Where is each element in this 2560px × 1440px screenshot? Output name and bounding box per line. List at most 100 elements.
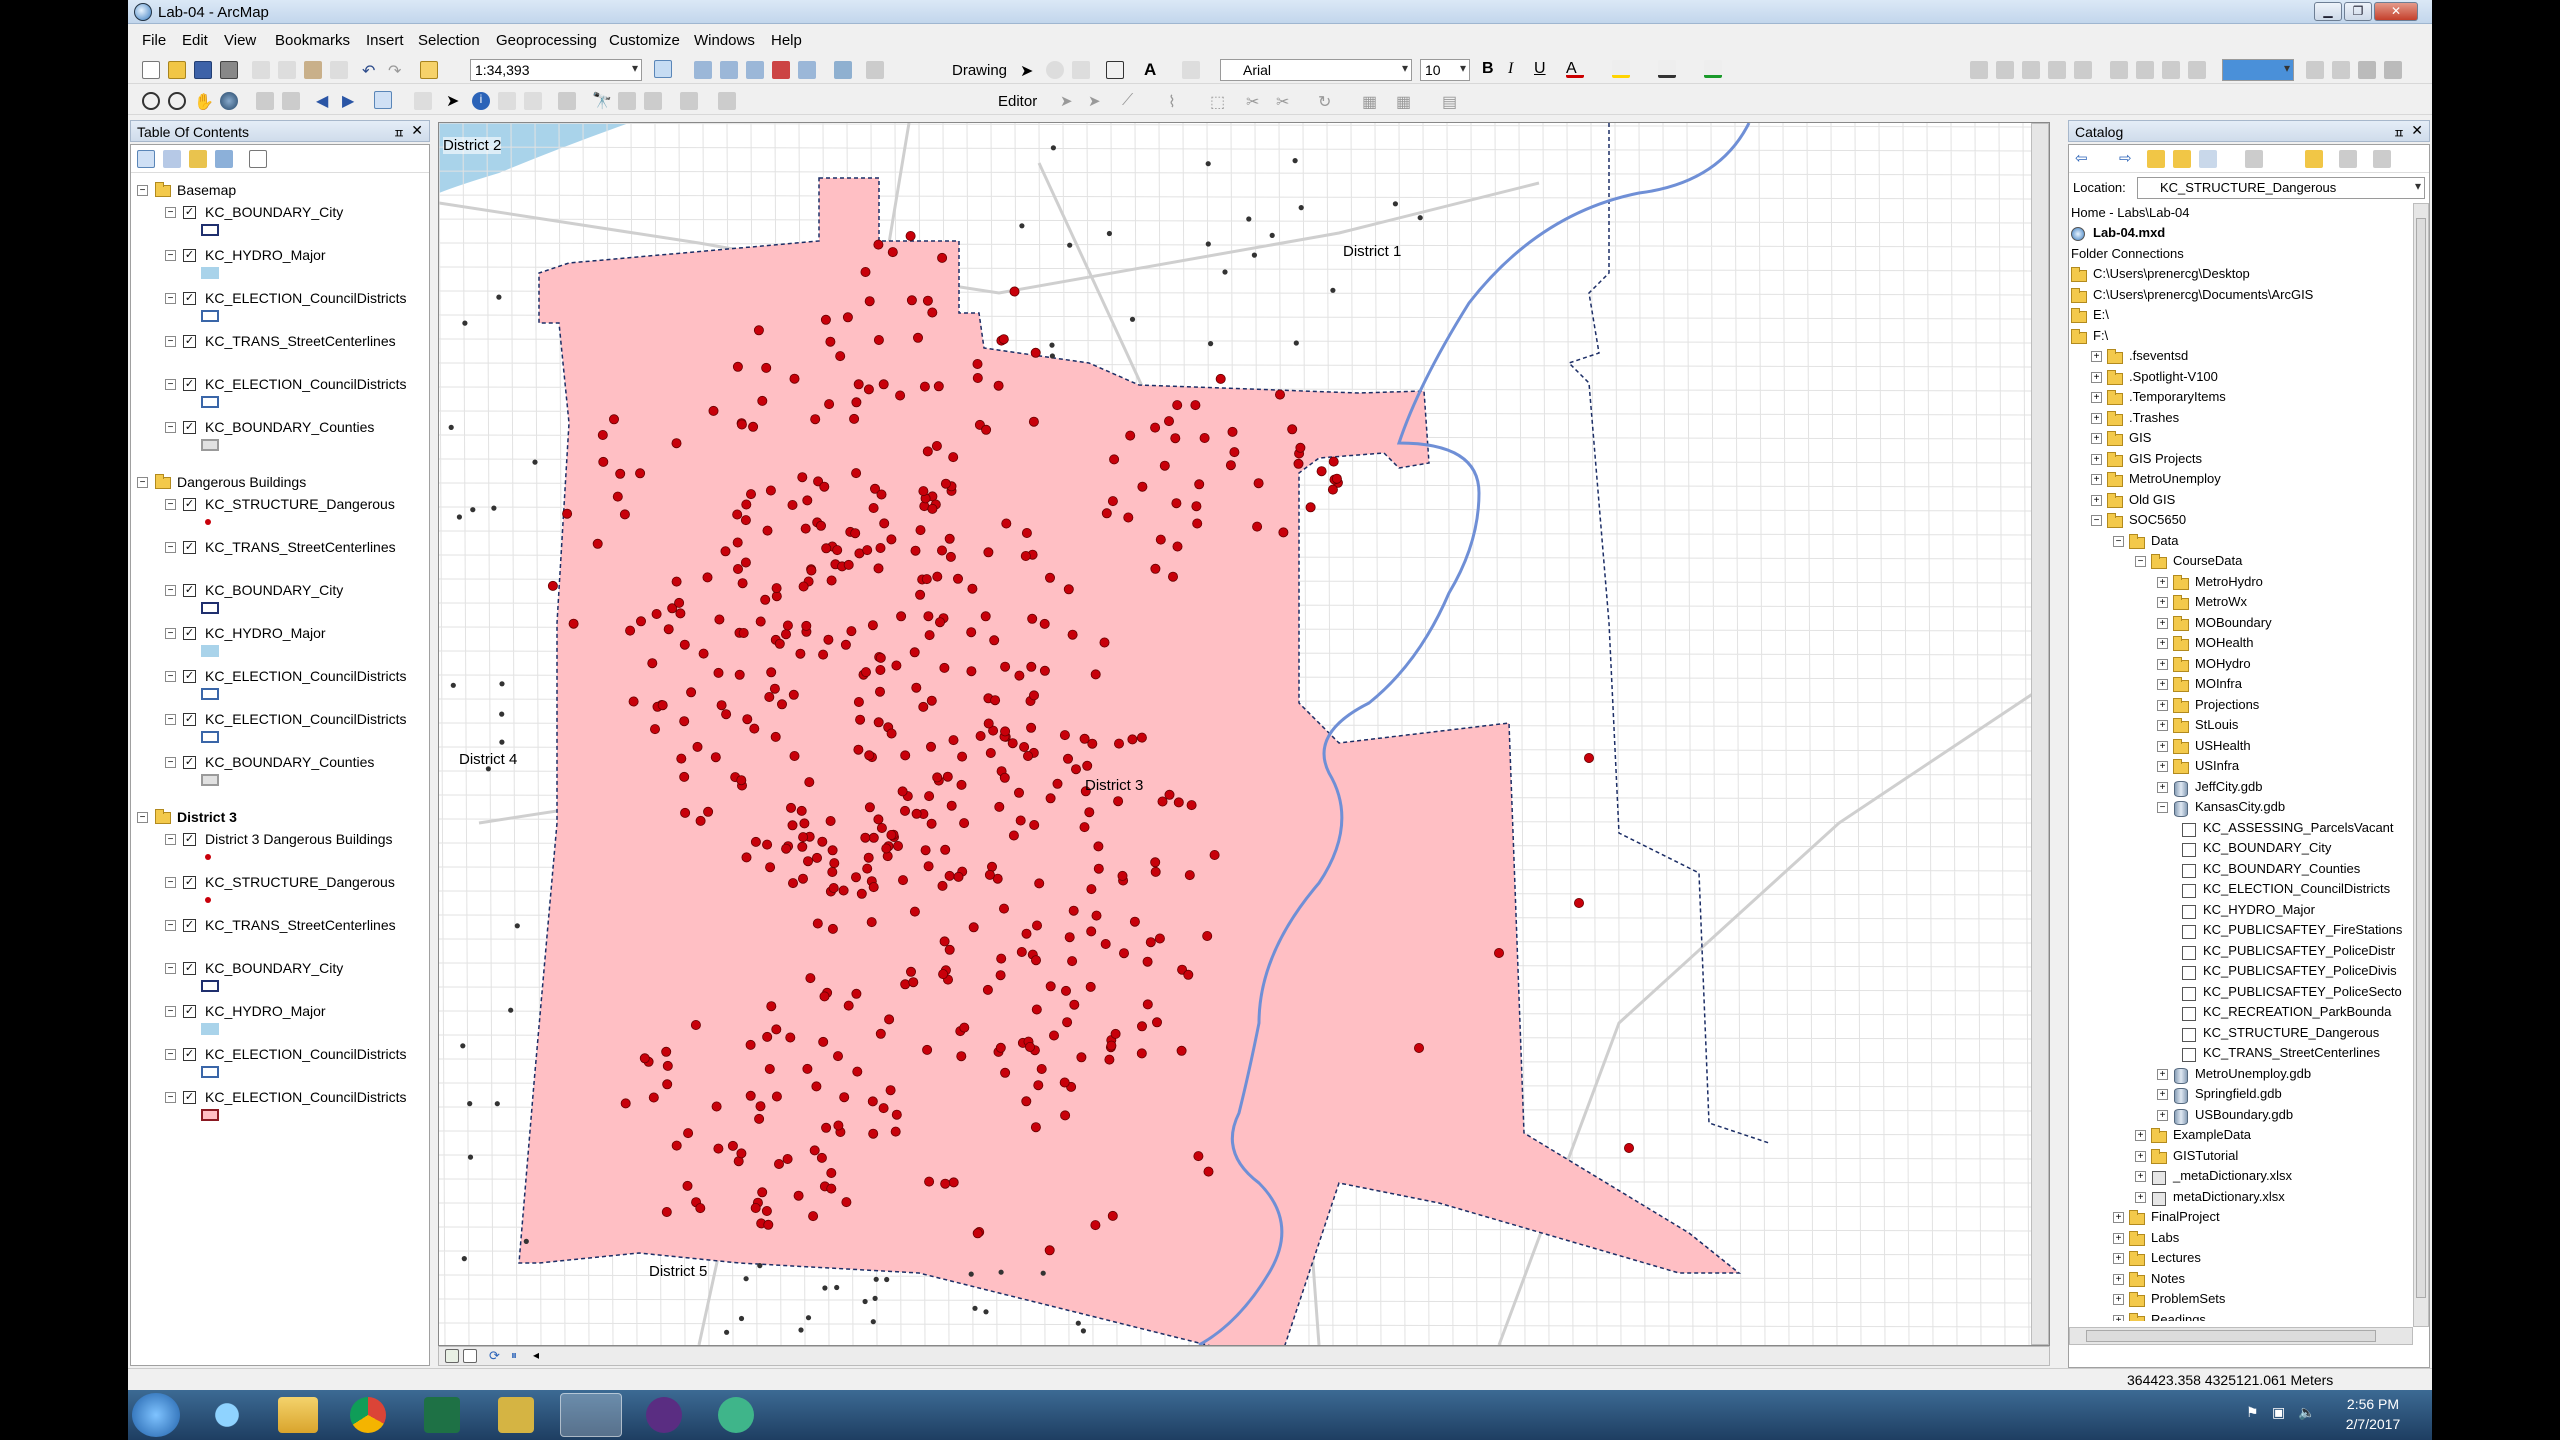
view-toggle-icon[interactable] <box>2245 150 2263 168</box>
toc-layer-collapse-toggle[interactable]: − <box>165 585 176 596</box>
toc-layer-name[interactable]: KC_ELECTION_CouncilDistricts <box>205 711 407 727</box>
toc-group-name[interactable]: Dangerous Buildings <box>177 474 306 490</box>
catalog-expand-toggle[interactable]: + <box>2091 494 2102 506</box>
toc-layer-collapse-toggle[interactable]: − <box>165 1049 176 1060</box>
split-icon[interactable]: ✂ <box>1276 92 1294 111</box>
catalog-expand-toggle[interactable]: + <box>2113 1253 2124 1264</box>
layer-symbol-swatch[interactable] <box>201 1109 219 1121</box>
catalog-expand-toggle[interactable]: + <box>2157 617 2168 629</box>
toc-layer-name[interactable]: KC_STRUCTURE_Dangerous <box>205 496 395 512</box>
toc-layer-collapse-toggle[interactable]: − <box>165 422 176 433</box>
focus-data-frame-icon[interactable] <box>2332 61 2350 79</box>
toc-layer-collapse-toggle[interactable]: − <box>165 1092 176 1103</box>
text-tool-icon[interactable]: A <box>1144 60 1162 79</box>
fixed-zoom-in-icon[interactable] <box>256 92 274 110</box>
font-name-combo[interactable]: Arial <box>1220 59 1412 81</box>
data-view-icon[interactable] <box>445 1349 459 1363</box>
open-folder-icon[interactable] <box>168 61 186 79</box>
data-driven-pages-icon[interactable] <box>2384 61 2402 79</box>
layer-visibility-checkbox[interactable]: ✓ <box>183 421 196 434</box>
catalog-expand-toggle[interactable]: + <box>2091 453 2102 465</box>
catalog-item[interactable]: MetroUnemploy.gdb <box>2195 1066 2311 1081</box>
catalog-item[interactable]: SOC5650 <box>2129 512 2186 527</box>
list-by-selection-icon[interactable] <box>215 150 233 168</box>
atom-icon[interactable] <box>718 1397 754 1433</box>
hyperlink-icon[interactable] <box>498 92 516 110</box>
catalog-item[interactable]: KC_HYDRO_Major <box>2203 902 2315 917</box>
catalog-item[interactable]: StLouis <box>2195 717 2238 732</box>
layer-visibility-checkbox[interactable]: ✓ <box>183 292 196 305</box>
catalog-expand-toggle[interactable]: + <box>2157 638 2168 649</box>
catalog-item[interactable]: Folder Connections <box>2071 246 2184 261</box>
catalog-item[interactable]: ProblemSets <box>2151 1291 2225 1306</box>
layout-view-icon[interactable] <box>463 1349 477 1363</box>
catalog-vertical-scrollbar[interactable] <box>2413 203 2429 1327</box>
catalog-item[interactable]: MetroWx <box>2195 594 2247 609</box>
paste-icon[interactable] <box>304 61 322 79</box>
layer-symbol-swatch[interactable] <box>201 1066 219 1078</box>
catalog-item[interactable]: MOBoundary <box>2195 615 2272 630</box>
layout-zoom-in-icon[interactable] <box>1970 61 1988 79</box>
minimize-button[interactable]: ▁ <box>2314 2 2342 21</box>
menu-geoprocessing[interactable]: Geoprocessing <box>496 32 597 49</box>
file-explorer-icon[interactable] <box>278 1397 318 1433</box>
layout-zoom-out-icon[interactable] <box>1996 61 2014 79</box>
layer-visibility-checkbox[interactable]: ✓ <box>183 1005 196 1018</box>
layer-visibility-checkbox[interactable]: ✓ <box>183 713 196 726</box>
cut-icon[interactable] <box>252 61 270 79</box>
italic-icon[interactable]: I <box>1508 60 1526 78</box>
rotate-gray-icon[interactable]: ↻ <box>1318 92 1336 111</box>
catalog-item[interactable]: Data <box>2151 533 2178 548</box>
drawing-menu[interactable]: Drawing <box>952 62 1007 79</box>
layer-visibility-checkbox[interactable]: ✓ <box>183 249 196 262</box>
layer-visibility-checkbox[interactable]: ✓ <box>183 1048 196 1061</box>
layout-previous-extent-icon[interactable] <box>2162 61 2180 79</box>
layout-zoom-combo[interactable] <box>2222 59 2294 81</box>
toc-layer-collapse-toggle[interactable]: − <box>165 293 176 304</box>
layer-visibility-checkbox[interactable]: ✓ <box>183 1091 196 1104</box>
table-of-contents-icon[interactable] <box>694 61 712 79</box>
attributes-icon[interactable]: ▦ <box>1362 92 1380 111</box>
catalog-item[interactable]: KC_ASSESSING_ParcelsVacant <box>2203 820 2394 835</box>
create-features-icon[interactable]: ▤ <box>1442 92 1460 111</box>
catalog-item[interactable]: MetroHydro <box>2195 574 2263 589</box>
catalog-item[interactable]: CourseData <box>2173 553 2242 568</box>
toc-layer-name[interactable]: KC_BOUNDARY_City <box>205 204 343 220</box>
python-window-icon[interactable] <box>798 61 816 79</box>
delete-icon[interactable] <box>330 61 348 79</box>
catalog-expand-toggle[interactable]: + <box>2113 1232 2124 1244</box>
catalog-item[interactable]: .Trashes <box>2129 410 2179 425</box>
arcmap-taskbar-icon[interactable] <box>560 1393 622 1437</box>
catalog-item[interactable]: GIS <box>2129 430 2151 445</box>
layer-visibility-checkbox[interactable]: ✓ <box>183 335 196 348</box>
map-view[interactable]: District 2 District 1 District 3 Distric… <box>438 122 2054 1365</box>
layer-symbol-swatch[interactable] <box>201 645 219 657</box>
toc-layer-collapse-toggle[interactable]: − <box>165 671 176 682</box>
catalog-expand-toggle[interactable]: − <box>2135 556 2146 567</box>
chrome-icon[interactable] <box>350 1397 386 1433</box>
layer-symbol-swatch[interactable] <box>205 897 211 903</box>
toc-layer-name[interactable]: KC_BOUNDARY_Counties <box>205 754 374 770</box>
catalog-item[interactable]: C:\Users\prenercg\Desktop <box>2093 266 2250 281</box>
catalog-item[interactable]: KC_STRUCTURE_Dangerous <box>2203 1025 2379 1040</box>
back-icon[interactable]: ⇦ <box>2075 149 2093 167</box>
layer-symbol-swatch[interactable] <box>201 731 219 743</box>
rotate-icon[interactable] <box>1046 61 1064 79</box>
edit-annotation-icon[interactable]: ➤ <box>1088 92 1106 110</box>
catalog-item[interactable]: KC_BOUNDARY_City <box>2203 840 2331 855</box>
toc-group-name[interactable]: Basemap <box>177 182 236 198</box>
toc-layer-collapse-toggle[interactable]: − <box>165 877 176 888</box>
toc-layer-collapse-toggle[interactable]: − <box>165 714 176 725</box>
close-catalog-icon[interactable]: ✕ <box>2411 122 2423 139</box>
layer-symbol-swatch[interactable] <box>201 224 219 236</box>
catalog-item[interactable]: Lectures <box>2151 1250 2201 1265</box>
map-vertical-scrollbar[interactable] <box>2031 123 2049 1345</box>
zoom-whole-page-icon[interactable] <box>1072 61 1090 79</box>
catalog-item[interactable]: KC_PUBLICSAFTEY_FireStations <box>2203 922 2402 937</box>
catalog-item[interactable]: Labs <box>2151 1230 2179 1245</box>
measure-icon[interactable] <box>558 92 576 110</box>
marker-color-icon[interactable] <box>1704 60 1722 78</box>
location-combo[interactable]: KC_STRUCTURE_Dangerous <box>2137 177 2425 199</box>
catalog-expand-toggle[interactable]: + <box>2091 412 2102 424</box>
whats-this-icon[interactable] <box>866 61 884 79</box>
